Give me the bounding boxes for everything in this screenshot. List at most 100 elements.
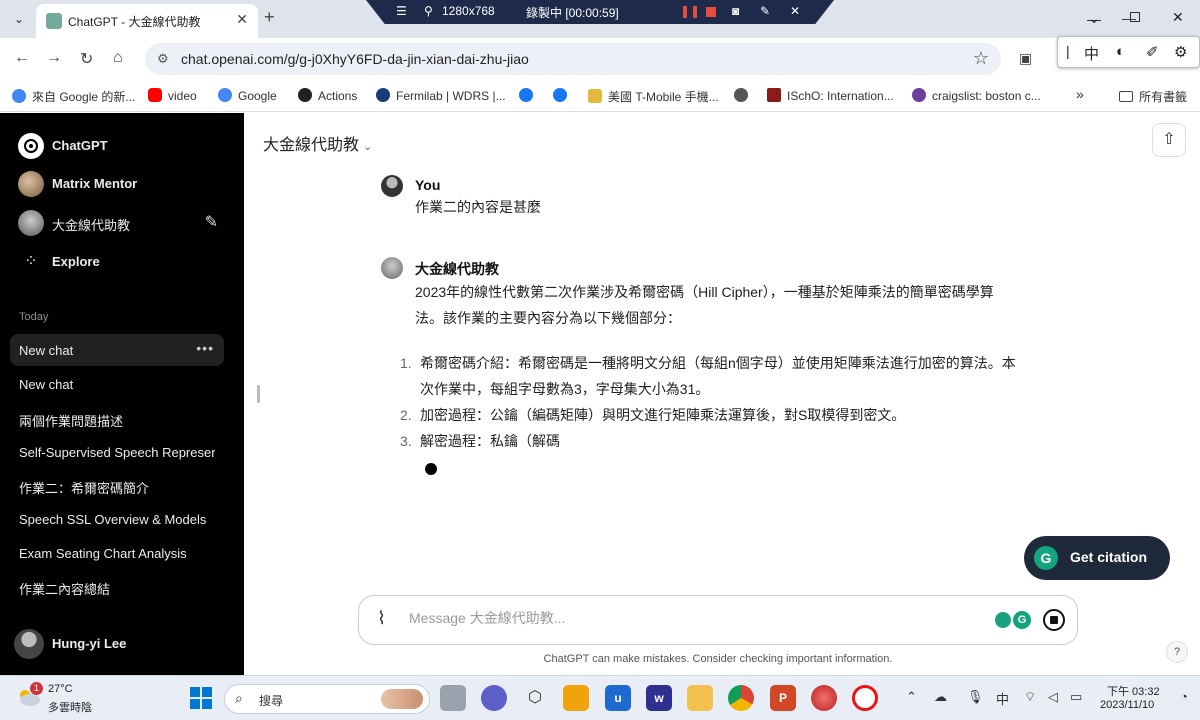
bookmark-item[interactable] xyxy=(519,88,539,103)
task-view-icon[interactable] xyxy=(440,685,466,711)
ime-settings-icon[interactable]: ⚙ xyxy=(1174,43,1187,61)
sidebar-chat-item[interactable]: 作業二：希爾密碼簡介 xyxy=(10,469,224,501)
sidebar-item-chatgpt[interactable]: ChatGPT xyxy=(18,131,228,161)
maximize-icon[interactable] xyxy=(1130,12,1140,22)
address-bar[interactable]: ⚙ chat.openai.com/g/g-j0XhyY6FD-da-jin-x… xyxy=(145,43,1001,75)
bookmark-item[interactable]: Fermilab | WDRS |... xyxy=(376,88,506,103)
sidebar-item-gpt[interactable]: 大金線代助教 ✎ xyxy=(18,208,228,238)
get-citation-button[interactable]: G Get citation xyxy=(1024,536,1170,580)
share-button[interactable]: ⇧ xyxy=(1152,123,1186,157)
reload-icon[interactable]: ↻ xyxy=(80,49,93,69)
message-input[interactable] xyxy=(409,610,969,626)
sidebar-chat-item[interactable]: Exam Seating Chart Analysis xyxy=(10,537,224,569)
sidebar-chat-item[interactable]: Self-Supervised Speech Represen xyxy=(10,436,224,468)
ime-halfwidth-icon[interactable]: ◐ xyxy=(1116,43,1125,60)
matrix-mentor-avatar xyxy=(18,171,44,197)
copilot-icon[interactable]: ⬡ xyxy=(522,685,548,711)
sidebar-chat-item[interactable]: 兩個作業問題描述 xyxy=(10,402,224,434)
tray-overflow-icon[interactable]: ⌃ xyxy=(906,689,917,705)
site-info-icon[interactable]: ⚙ xyxy=(157,51,169,67)
recorder-pin-icon[interactable]: ⚲ xyxy=(424,4,433,18)
recorder-pause-icon[interactable]: ❚❚ xyxy=(680,4,700,18)
store-icon[interactable] xyxy=(563,685,589,711)
stop-generating-button[interactable] xyxy=(1043,609,1065,631)
bookmark-item[interactable]: ISchO: Internation... xyxy=(767,88,894,103)
ime-tool-icon[interactable]: ✐ xyxy=(1146,43,1159,61)
close-window-icon[interactable]: ✕ xyxy=(1172,9,1184,26)
extension-icon[interactable]: ▣ xyxy=(1019,50,1032,67)
taskbar-search[interactable]: ⌕ 搜尋 xyxy=(224,684,430,714)
recorder-camera-icon[interactable]: ◙ xyxy=(732,4,739,18)
recorder-menu-icon[interactable]: ☰ xyxy=(396,4,407,18)
new-chat-edit-icon[interactable]: ✎ xyxy=(205,212,218,232)
sidebar-chat-item[interactable]: 作業二內容總結 xyxy=(10,570,224,602)
bookmark-item[interactable] xyxy=(553,88,573,103)
screen-recorder-icon[interactable] xyxy=(852,685,878,711)
clock-date[interactable]: 2023/11/10 xyxy=(1100,699,1154,711)
grammarly-icon[interactable]: G xyxy=(1013,611,1031,629)
home-icon[interactable]: ⌂ xyxy=(113,49,123,67)
battery-icon[interactable]: ▭ xyxy=(1070,689,1082,705)
url-text[interactable]: chat.openai.com/g/g-j0XhyY6FD-da-jin-xia… xyxy=(181,51,529,67)
microphone-icon[interactable]: 🎙 xyxy=(967,689,984,705)
file-explorer-icon[interactable] xyxy=(687,685,713,711)
bookmark-item[interactable] xyxy=(734,88,754,103)
model-selector[interactable]: 大金線代助教 ⌄ xyxy=(263,131,372,155)
volume-icon[interactable]: ◁ xyxy=(1048,689,1058,705)
sidebar-chat-item[interactable]: Speech SSL Overview & Models xyxy=(10,503,224,535)
minimize-button[interactable]: — xyxy=(1087,11,1101,27)
grammarly-icon: G xyxy=(1034,546,1058,570)
wifi-icon[interactable]: ⌔ xyxy=(1024,689,1036,705)
help-button[interactable]: ? xyxy=(1166,641,1188,663)
tab-search-chevron-icon[interactable]: ⌄ xyxy=(8,8,30,30)
webex-icon[interactable]: w xyxy=(646,685,672,711)
bookmark-item[interactable]: video xyxy=(148,88,197,103)
ime-mode[interactable]: 中 xyxy=(1084,43,1099,64)
recorder-stop-icon[interactable] xyxy=(706,7,716,17)
cloud-sync-icon[interactable]: ☁ xyxy=(934,689,947,705)
windows-start-icon[interactable] xyxy=(190,687,212,709)
chat-title: New chat xyxy=(19,377,74,392)
all-bookmarks-button[interactable]: 所有書籤 xyxy=(1119,88,1187,105)
bookmarks-bar: 來自 Google 的新... video Google Actions Fer… xyxy=(0,80,1200,112)
teams-chat-icon[interactable] xyxy=(481,685,507,711)
ime-indicator[interactable]: 中 xyxy=(996,689,1009,708)
tab-close-icon[interactable]: ✕ xyxy=(236,11,248,28)
weather-temperature[interactable]: 27°C xyxy=(48,683,73,695)
browser-tab[interactable]: ChatGPT - 大金線代助教 ✕ xyxy=(36,4,258,38)
sidebar-item-matrix-mentor[interactable]: Matrix Mentor xyxy=(18,169,228,199)
bookmark-star-icon[interactable]: ☆ xyxy=(973,48,989,69)
sidebar-item-explore[interactable]: ⁘ Explore xyxy=(18,247,228,277)
bookmark-item[interactable]: craigslist: boston c... xyxy=(912,88,1041,103)
notification-bell-icon[interactable]: ◔ xyxy=(1180,689,1188,704)
list-item: 2. 加密過程：公鑰（編碼矩陣）與明文進行矩陣乘法運算後，對S取模得到密文。 xyxy=(400,402,1080,428)
recorder-pen-icon[interactable]: ✎ xyxy=(760,4,770,18)
back-arrow-icon[interactable]: ← xyxy=(14,49,30,67)
recorder-close-icon[interactable]: ✕ xyxy=(790,4,800,18)
bookmark-item[interactable]: Google xyxy=(218,88,277,103)
sidebar-resize-handle[interactable] xyxy=(257,385,260,403)
clock-time[interactable]: 下午 03:32 xyxy=(1107,683,1160,699)
grammarly-hint-icon[interactable] xyxy=(995,612,1011,628)
user-profile-button[interactable]: Hung-yi Lee xyxy=(14,627,234,659)
bookmark-item[interactable]: Actions xyxy=(298,88,357,103)
sidebar-chat-item[interactable]: New chat ••• xyxy=(10,334,224,366)
forward-arrow-icon[interactable]: → xyxy=(46,49,62,67)
chrome-icon[interactable] xyxy=(728,685,754,711)
powerpoint-icon[interactable]: P xyxy=(770,685,796,711)
ucloud-icon[interactable]: u xyxy=(605,685,631,711)
bookmark-label: video xyxy=(168,89,197,103)
list-number: 2. xyxy=(400,407,412,423)
bookmark-item[interactable]: 來自 Google 的新... xyxy=(12,88,135,105)
attach-paperclip-icon[interactable]: ⌇ xyxy=(377,608,386,629)
ime-toolbar: | 中 ◐ ✐ ⚙ xyxy=(1057,36,1200,68)
sidebar-chat-item[interactable]: New chat xyxy=(10,368,224,400)
weather-description[interactable]: 多雲時陰 xyxy=(48,699,92,715)
bookmark-item[interactable]: 美國 T-Mobile 手機... xyxy=(588,88,719,105)
openai-logo-icon xyxy=(18,133,44,159)
bookmark-label: Fermilab | WDRS |... xyxy=(396,89,506,103)
bookmarks-overflow-icon[interactable]: » xyxy=(1076,86,1084,102)
new-tab-icon[interactable]: + xyxy=(264,7,275,28)
app-icon[interactable] xyxy=(811,685,837,711)
more-options-icon[interactable]: ••• xyxy=(196,340,214,356)
